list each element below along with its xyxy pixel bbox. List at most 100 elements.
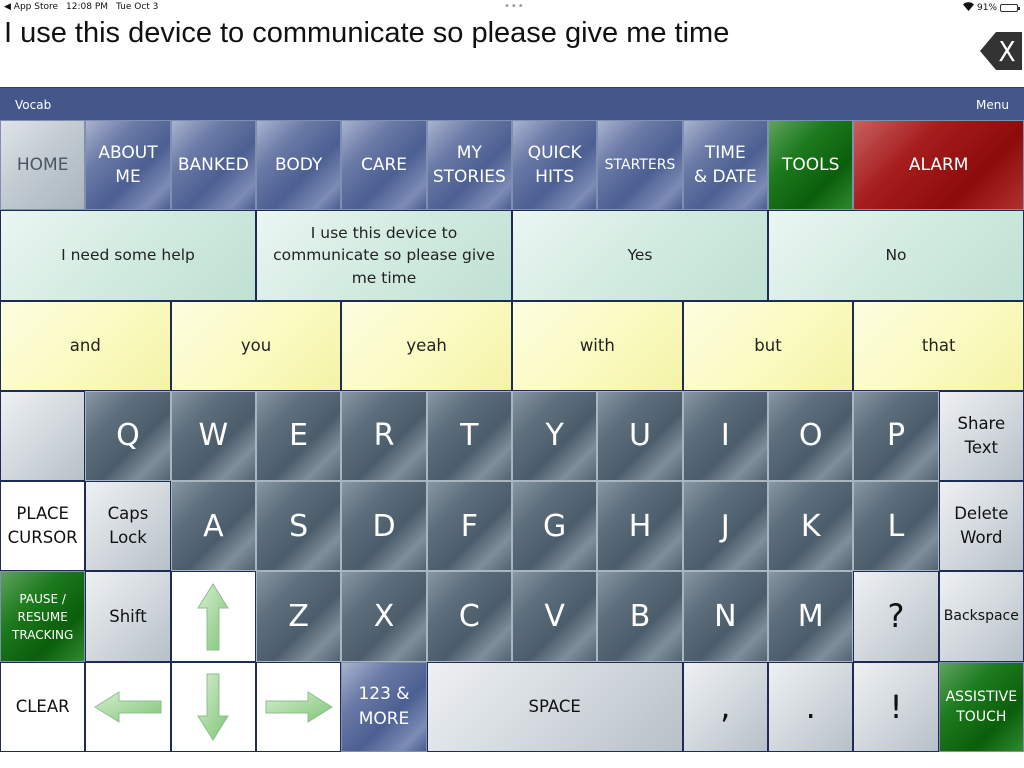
key-w[interactable]: W (170, 390, 256, 482)
category-label: ALARM (908, 154, 969, 175)
caps-lock-button[interactable]: Caps Lock (85, 481, 171, 572)
status-date: Tue Oct 3 (116, 2, 159, 12)
clear-message-button[interactable]: X (978, 28, 1024, 74)
backspace-label: Backspace (943, 608, 1019, 625)
category-label: TOOLS (781, 154, 840, 175)
cursor-up-button[interactable] (170, 571, 256, 662)
cursor-down-button[interactable] (170, 661, 256, 752)
status-time: 12:08 PM (66, 2, 109, 12)
key-o[interactable]: O (768, 390, 854, 482)
category-tools-button[interactable]: TOOLS (768, 120, 854, 211)
alarm-button[interactable]: ALARM (853, 120, 1024, 211)
blank-button[interactable] (0, 390, 86, 482)
word-button[interactable]: you (170, 300, 342, 391)
phrase-label: No (885, 246, 907, 265)
delete-word-label: Delete Word (954, 504, 1009, 548)
word-button[interactable]: but (682, 300, 854, 391)
phrase-button[interactable]: No (768, 210, 1024, 301)
key-i[interactable]: I (682, 390, 768, 482)
key-y[interactable]: Y (512, 390, 598, 482)
word-label: but (754, 335, 782, 355)
status-bar: ◀ App Store 12:08 PM Tue Oct 3 ••• 91% (0, 0, 1024, 14)
category-body-button[interactable]: BODY (256, 120, 342, 211)
key-label: E (289, 418, 309, 454)
phrase-button[interactable]: I use this device to communicate so plea… (256, 210, 512, 301)
numbers-more-button[interactable]: 123 & MORE (341, 661, 427, 752)
category-time-date-button[interactable]: TIME & DATE (682, 120, 768, 211)
vocab-button[interactable]: Vocab (15, 98, 51, 112)
key-h[interactable]: H (597, 481, 683, 572)
key-c[interactable]: C (426, 571, 512, 662)
category-banked-button[interactable]: BANKED (170, 120, 256, 211)
backspace-button[interactable]: Backspace (938, 571, 1024, 662)
category-home-button[interactable]: HOME (0, 120, 86, 211)
key-v[interactable]: V (512, 571, 598, 662)
key-g[interactable]: G (512, 481, 598, 572)
category-quick-hits-button[interactable]: QUICK HITS (512, 120, 598, 211)
space-button[interactable]: SPACE (426, 661, 683, 752)
word-label: that (921, 335, 956, 355)
period-button[interactable]: . (768, 661, 854, 752)
exclamation-button[interactable]: ! (853, 661, 939, 752)
key-t[interactable]: T (426, 390, 512, 482)
word-button[interactable]: yeah (341, 300, 512, 391)
place-cursor-button[interactable]: PLACE CURSOR (0, 481, 86, 572)
key-label: R (373, 418, 395, 454)
back-to-app-link[interactable]: ◀ App Store (4, 2, 58, 12)
key-m[interactable]: M (768, 571, 854, 662)
multitask-dots[interactable]: ••• (504, 1, 525, 12)
category-care-button[interactable]: CARE (341, 120, 427, 211)
key-label: V (544, 598, 565, 634)
key-j[interactable]: J (682, 481, 768, 572)
word-button[interactable]: and (0, 300, 171, 391)
phrase-label: I need some help (61, 246, 195, 265)
key-b[interactable]: B (597, 571, 683, 662)
word-label: you (240, 335, 272, 355)
key-x[interactable]: X (341, 571, 427, 662)
key-q[interactable]: Q (85, 390, 171, 482)
menu-button[interactable]: Menu (976, 98, 1009, 112)
phrase-button[interactable]: I need some help (0, 210, 256, 301)
key-s[interactable]: S (256, 481, 342, 572)
key-l[interactable]: L (853, 481, 939, 572)
key-e[interactable]: E (256, 390, 342, 482)
message-text[interactable]: I use this device to communicate so plea… (4, 17, 729, 50)
category-label: CARE (360, 154, 408, 175)
phrase-button[interactable]: Yes (512, 210, 768, 301)
key-a[interactable]: A (170, 481, 256, 572)
category-starters-button[interactable]: STARTERS (597, 120, 683, 211)
key-label: A (203, 508, 224, 544)
key-z[interactable]: Z (256, 571, 342, 662)
svg-text:X: X (998, 35, 1015, 68)
space-label: SPACE (528, 696, 581, 716)
shift-button[interactable]: Shift (85, 571, 171, 662)
key-label: Z (288, 598, 309, 634)
comma-button[interactable]: , (682, 661, 768, 752)
comma-label: , (720, 687, 731, 726)
key-d[interactable]: D (341, 481, 427, 572)
category-label: STARTERS (604, 156, 676, 173)
message-window[interactable]: I use this device to communicate so plea… (0, 14, 1024, 87)
category-my-stories-button[interactable]: MY STORIES (426, 120, 512, 211)
share-text-button[interactable]: Share Text (938, 390, 1024, 482)
delete-word-button[interactable]: Delete Word (938, 481, 1024, 572)
key-u[interactable]: U (597, 390, 683, 482)
cursor-left-button[interactable] (85, 661, 171, 752)
word-label: and (69, 335, 101, 355)
cursor-right-button[interactable] (256, 661, 342, 752)
question-mark-button[interactable]: ? (853, 571, 939, 662)
key-f[interactable]: F (426, 481, 512, 572)
category-about-me-button[interactable]: ABOUT ME (85, 120, 171, 211)
key-p[interactable]: P (853, 390, 939, 482)
key-label: K (800, 508, 821, 544)
word-button[interactable]: with (512, 300, 683, 391)
key-r[interactable]: R (341, 390, 427, 482)
key-k[interactable]: K (768, 481, 854, 572)
word-button[interactable]: that (853, 300, 1024, 391)
pause-resume-tracking-button[interactable]: PAUSE / RESUME TRACKING (0, 571, 86, 662)
key-label: I (720, 418, 730, 454)
assistive-touch-button[interactable]: ASSISTIVE TOUCH (938, 661, 1024, 752)
key-n[interactable]: N (682, 571, 768, 662)
clear-button[interactable]: CLEAR (0, 661, 86, 752)
key-label: Q (116, 418, 140, 454)
